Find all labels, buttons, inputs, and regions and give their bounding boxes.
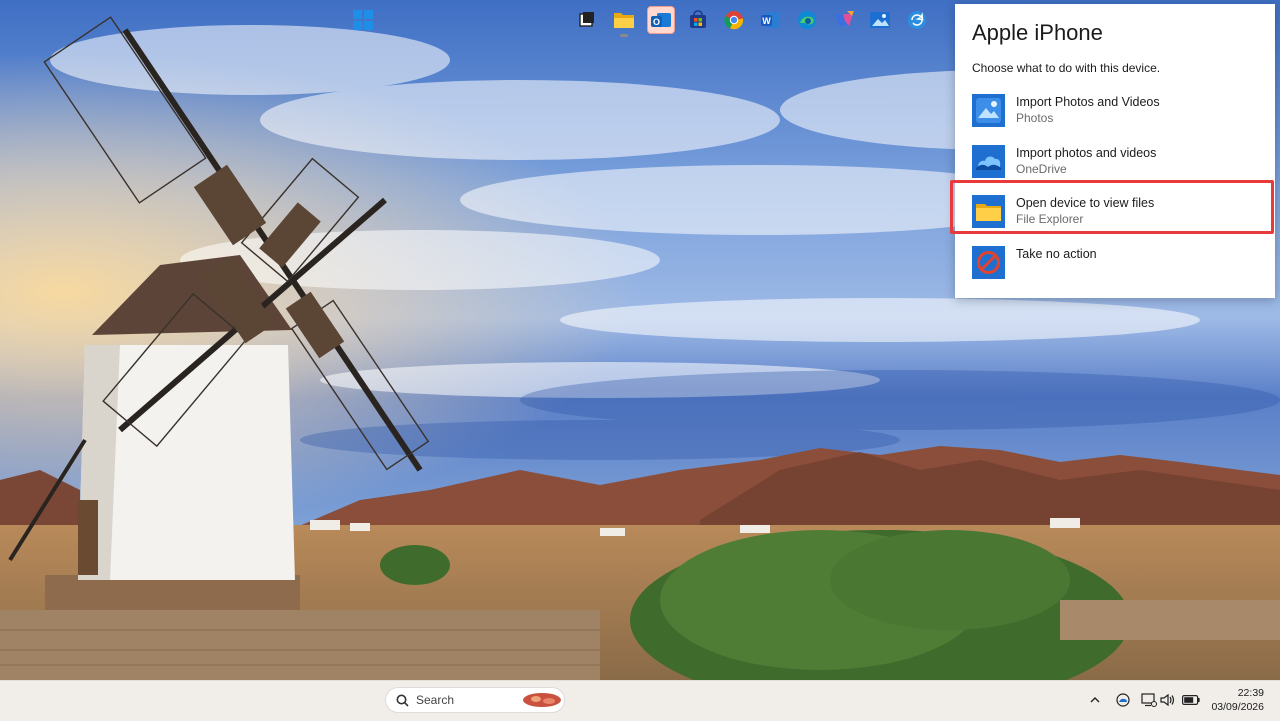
microsoft-store-icon[interactable] [684,6,712,34]
option-import-onedrive[interactable]: Import photos and videos OneDrive [955,141,1275,189]
option-label: Import photos and videos [1016,146,1157,160]
volume-icon[interactable] [1160,692,1176,708]
option-label: Take no action [1016,247,1097,261]
network-icon[interactable] [1140,692,1158,708]
clock-date: 03/09/2026 [1211,701,1264,713]
option-label: Open device to view files [1016,196,1155,210]
edge-icon[interactable] [793,6,821,34]
onedrive-tray-icon[interactable] [1114,692,1132,708]
photos-app-icon [972,94,1005,127]
photos-icon[interactable] [866,6,894,34]
onedrive-icon [972,145,1005,178]
file-explorer-icon [972,195,1005,228]
start-icon[interactable] [349,6,377,34]
copilot-icon[interactable] [830,6,858,34]
search-icon [396,694,409,707]
option-label: Import Photos and Videos [1016,95,1160,109]
svg-text:O: O [653,17,660,27]
option-app-name: OneDrive [1016,162,1067,176]
autoplay-notification: Apple iPhone Choose what to do with this… [955,4,1275,298]
option-take-no-action[interactable]: Take no action [955,242,1275,290]
device-title: Apple iPhone [972,20,1103,45]
taskbar-search[interactable]: Search [385,687,565,713]
task-view-icon[interactable] [573,6,601,34]
outlook-icon[interactable]: O [647,6,675,34]
svg-text:W: W [762,16,771,26]
clock-time: 22:39 [1237,687,1264,699]
option-import-photos[interactable]: Import Photos and Videos Photos [955,90,1275,138]
chevron-up-icon[interactable] [1088,692,1102,708]
word-icon[interactable]: W [756,6,784,34]
search-highlight-image [523,693,561,707]
no-action-icon [972,246,1005,279]
autoplay-prompt: Choose what to do with this device. [972,61,1161,75]
option-open-device[interactable]: Open device to view files File Explorer [955,191,1275,239]
file-explorer-icon[interactable] [610,6,638,37]
sync-icon[interactable] [903,6,931,34]
battery-icon[interactable] [1181,692,1201,708]
chrome-icon[interactable] [720,6,748,34]
search-placeholder: Search [416,693,455,707]
option-app-name: File Explorer [1016,212,1084,226]
option-app-name: Photos [1016,111,1054,125]
system-clock[interactable]: 22:39 03/09/2026 [1204,686,1264,714]
